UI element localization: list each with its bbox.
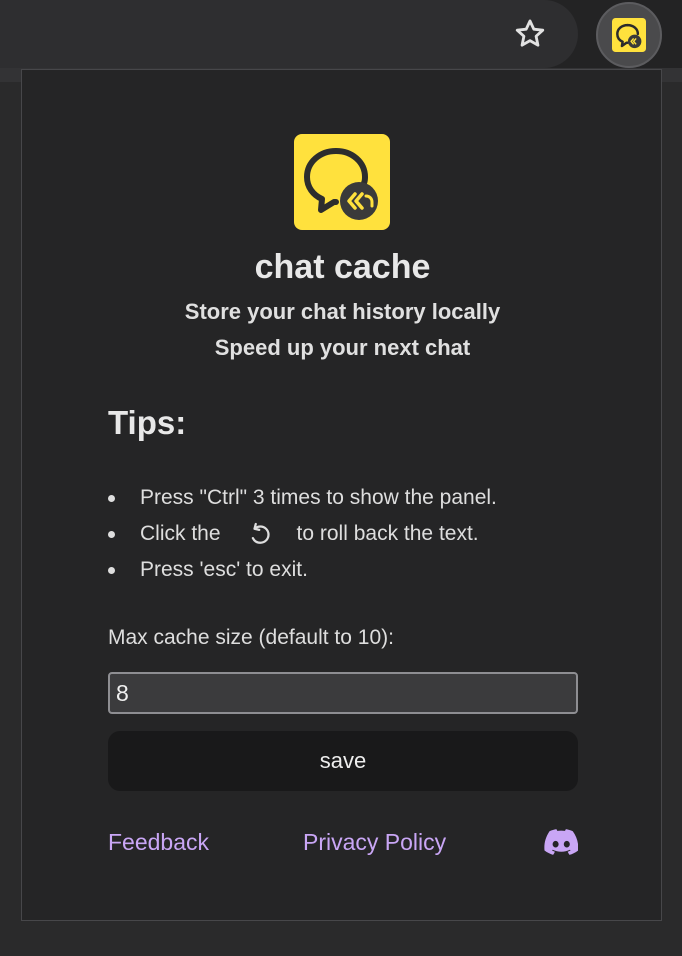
address-bar[interactable] xyxy=(0,0,578,68)
cache-size-label: Max cache size (default to 10): xyxy=(108,626,394,649)
tips-heading: Tips: xyxy=(108,404,187,441)
tip-item: Press "Ctrl" 3 times to show the panel. xyxy=(108,483,497,519)
browser-toolbar xyxy=(0,0,682,68)
extension-popup: chat cache Store your chat history local… xyxy=(21,69,662,921)
star-icon xyxy=(515,19,545,47)
tip-item: Click the to roll back the text. xyxy=(108,519,497,555)
bullet xyxy=(108,495,115,502)
tips-list: Press "Ctrl" 3 times to show the panel. … xyxy=(108,483,497,591)
app-logo xyxy=(294,134,390,230)
tagline-primary: Store your chat history locally xyxy=(184,299,501,324)
chat-bubble-rewind-logo-icon xyxy=(304,148,378,220)
rollback-icon xyxy=(245,519,275,549)
bookmark-star-button[interactable] xyxy=(508,14,552,54)
feedback-link[interactable]: Feedback xyxy=(108,826,209,858)
cache-size-input[interactable] xyxy=(108,672,578,714)
tip-text: Click the xyxy=(140,522,221,545)
tip-item: Press 'esc' to exit. xyxy=(108,555,497,591)
tip-text: Press 'esc' to exit. xyxy=(140,558,308,581)
app-name: chat cache xyxy=(254,248,431,286)
tip-text: Press "Ctrl" 3 times to show the panel. xyxy=(140,486,497,509)
privacy-policy-link[interactable]: Privacy Policy xyxy=(303,826,446,858)
save-button[interactable]: save xyxy=(108,731,578,791)
tagline-secondary: Speed up your next chat xyxy=(214,335,471,360)
chat-cache-extension-button[interactable] xyxy=(596,2,662,68)
bullet xyxy=(108,531,115,538)
discord-link[interactable] xyxy=(544,827,579,857)
bullet xyxy=(108,567,115,574)
chat-cache-extension-icon xyxy=(612,18,646,52)
tip-text: to roll back the text. xyxy=(296,522,479,545)
discord-icon xyxy=(544,829,579,855)
